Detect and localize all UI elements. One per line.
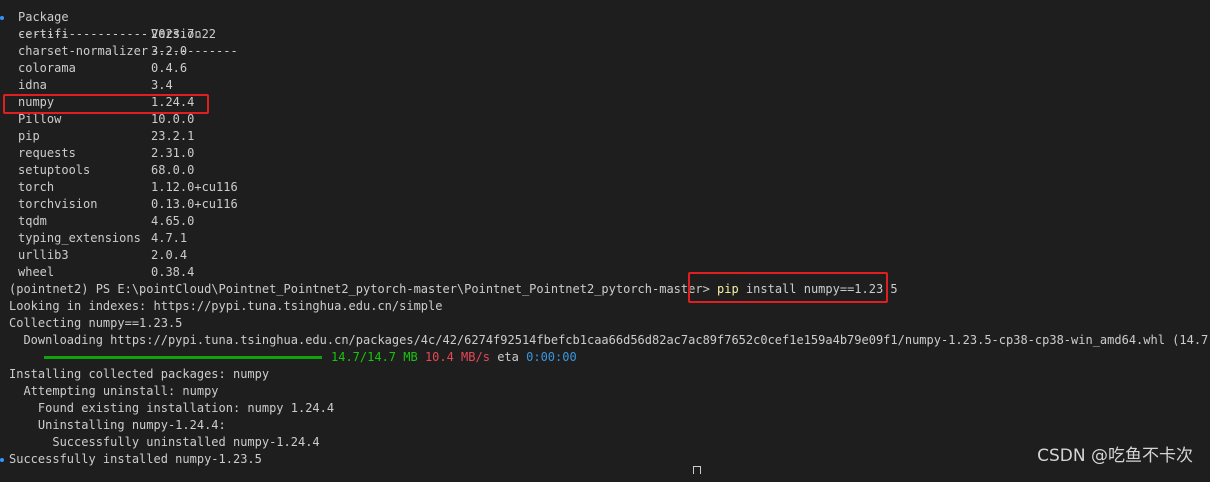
csdn-watermark: CSDN @吃鱼不卡次 <box>1037 446 1193 466</box>
output-uninstalled-line: Successfully uninstalled numpy-1.24.4 <box>9 435 320 449</box>
output-collecting-line: Collecting numpy==1.23.5 <box>9 316 183 330</box>
package-name: colorama <box>18 61 76 75</box>
package-version: 23.2.1 <box>151 129 195 143</box>
package-name: torch <box>18 180 55 194</box>
package-name: pip <box>18 129 40 143</box>
package-version: 2.31.0 <box>151 146 195 160</box>
table-separator: ------------------ ------------ <box>9 9 238 58</box>
package-version: 2.0.4 <box>151 248 188 262</box>
package-name: wheel <box>18 265 55 279</box>
package-name: torchvision <box>18 197 98 211</box>
progress-eta-label: eta <box>497 350 519 364</box>
package-version: 4.65.0 <box>151 214 195 228</box>
package-name: idna <box>18 78 47 92</box>
package-version: 3.2.0 <box>151 44 188 58</box>
package-version: 3.4 <box>151 78 173 92</box>
progress-speed: 10.4 MB/s <box>424 350 490 364</box>
package-version: 2023.7.22 <box>151 27 217 41</box>
table-header: Package Version <box>9 0 202 41</box>
output-attempting-line: Attempting uninstall: numpy <box>9 384 219 398</box>
package-name: certifi <box>18 27 69 41</box>
progress-eta: 0:00:00 <box>526 350 577 364</box>
numpy-highlight-box <box>3 94 209 114</box>
package-version: 0.38.4 <box>151 265 195 279</box>
output-found-line: Found existing installation: numpy 1.24.… <box>9 401 335 415</box>
package-version: 0.4.6 <box>151 61 188 75</box>
package-name: typing_extensions <box>18 231 141 245</box>
prompt-path: (pointnet2) PS E:\pointCloud\Pointnet_Po… <box>9 282 718 296</box>
output-uninstalling-line: Uninstalling numpy-1.24.4: <box>9 418 226 432</box>
gutter-marker <box>0 16 4 20</box>
package-version: 68.0.0 <box>151 163 195 177</box>
progress-size: 14.7/14.7 MB <box>331 350 418 364</box>
package-version: 4.7.1 <box>151 231 188 245</box>
gutter-marker <box>0 458 4 462</box>
package-version: 1.12.0+cu116 <box>151 180 238 194</box>
terminal-output[interactable]: Package Version ------------------ -----… <box>0 0 1210 482</box>
package-name: setuptools <box>18 163 91 177</box>
output-installing-line: Installing collected packages: numpy <box>9 367 270 381</box>
package-name: urllib3 <box>18 248 69 262</box>
output-installed-line: Successfully installed numpy-1.23.5 <box>9 452 262 466</box>
progress-bar <box>44 356 322 359</box>
package-name: tqdm <box>18 214 47 228</box>
output-downloading-line: Downloading https://pypi.tuna.tsinghua.e… <box>9 333 1210 347</box>
output-index-line: Looking in indexes: https://pypi.tuna.ts… <box>9 299 443 313</box>
progress-line: 14.7/14.7 MB 10.4 MB/s eta 0:00:00 <box>9 349 577 366</box>
package-version: 0.13.0+cu116 <box>151 197 238 211</box>
command-highlight-box <box>688 272 888 303</box>
package-name: charset-normalizer <box>18 44 149 58</box>
package-name: requests <box>18 146 76 160</box>
